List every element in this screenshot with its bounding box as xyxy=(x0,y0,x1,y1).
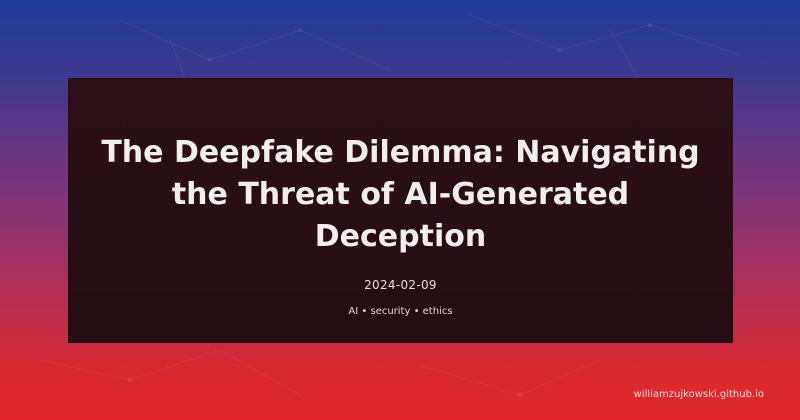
site-domain: williamzujkowski.github.io xyxy=(633,389,764,400)
post-title: The Deepfake Dilemma: Navigating the Thr… xyxy=(101,135,700,254)
post-date: 2024-02-09 xyxy=(364,278,437,292)
post-tags: AI • security • ethics xyxy=(348,306,453,317)
title-card: The Deepfake Dilemma: Navigating the Thr… xyxy=(68,78,733,343)
